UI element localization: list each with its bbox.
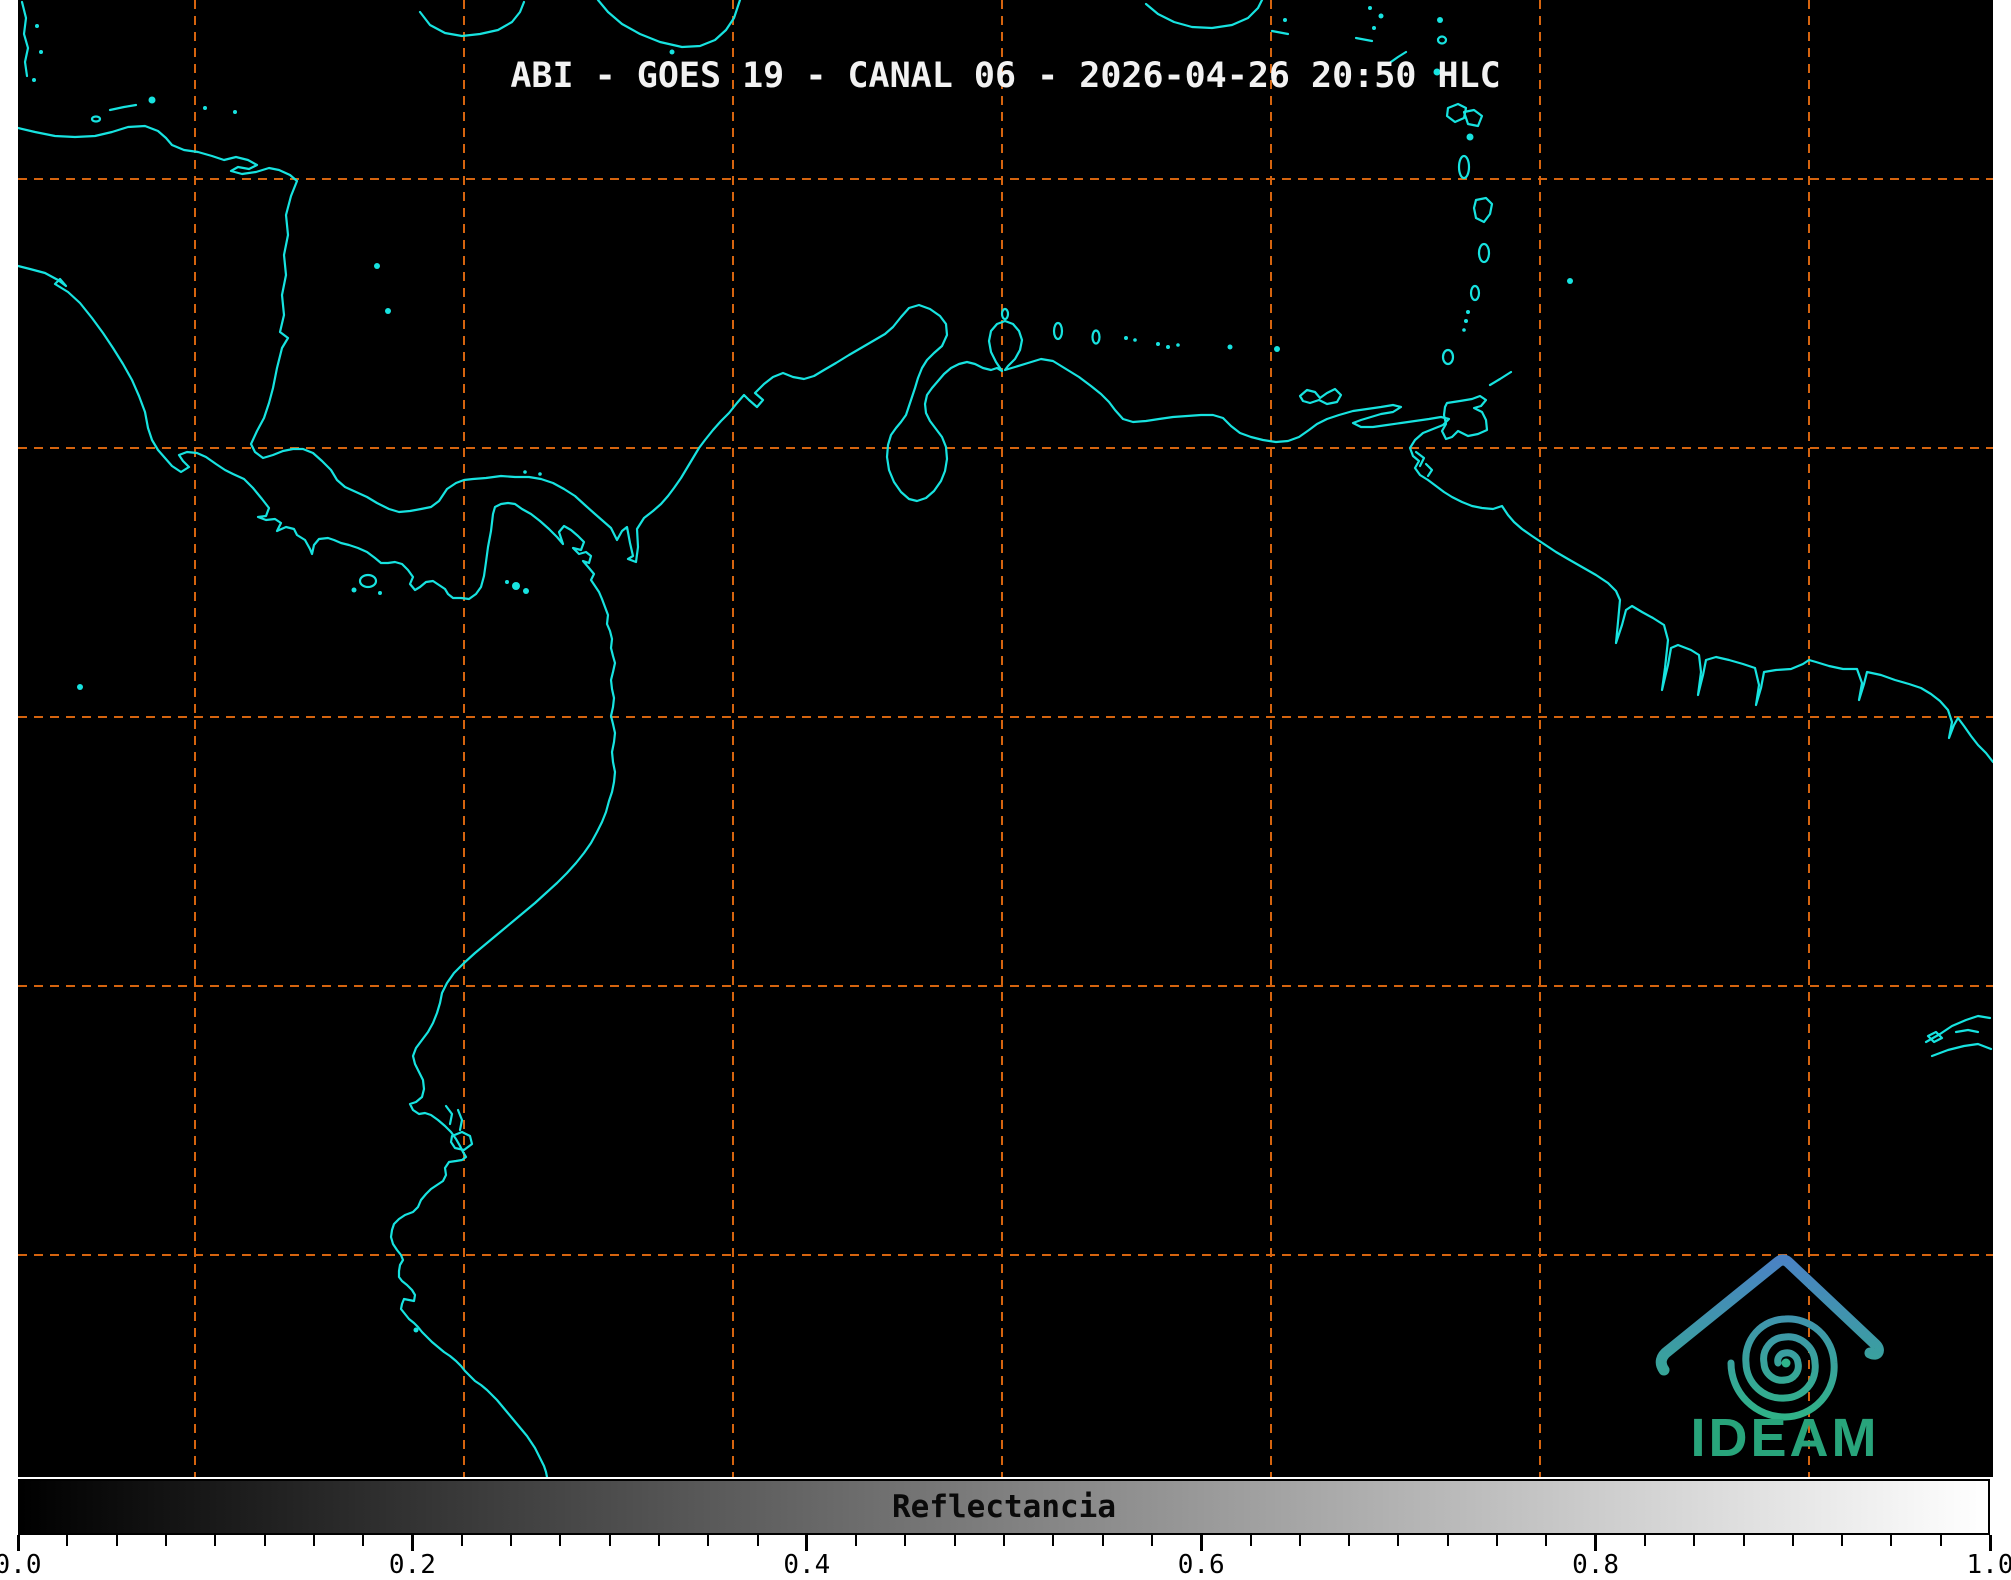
colorbar-minor-tick	[1693, 1535, 1696, 1546]
colorbar-minor-tick	[1348, 1535, 1351, 1546]
colorbar-minor-tick	[312, 1535, 315, 1546]
colorbar-major-tick	[410, 1535, 414, 1551]
colorbar-minor-tick	[756, 1535, 759, 1546]
colorbar-minor-tick	[164, 1535, 167, 1546]
colorbar-minor-tick	[953, 1535, 956, 1546]
colorbar-minor-tick	[510, 1535, 512, 1546]
colorbar-tick-label: 0.4	[783, 1550, 831, 1580]
colorbar-tick-label: 0.2	[388, 1550, 436, 1580]
colorbar-minor-tick	[1841, 1535, 1844, 1546]
logo-hurricane-spiral-icon	[1727, 1315, 1838, 1421]
colorbar-minor-tick	[1249, 1535, 1252, 1546]
logo-spiral-eye-icon	[1781, 1358, 1791, 1368]
colorbar-minor-tick	[460, 1535, 463, 1546]
logo-wordmark: IDEAM	[1691, 1408, 1880, 1468]
colorbar-minor-tick	[1150, 1535, 1153, 1546]
reflectance-colorbar: Reflectancia	[18, 1479, 1990, 1535]
colorbar-minor-tick	[1890, 1535, 1893, 1546]
colorbar-tick-label: 0.0	[0, 1550, 42, 1580]
colorbar-minor-tick	[707, 1535, 710, 1546]
colorbar-tick-label: 0.8	[1572, 1550, 1620, 1580]
ideam-logo-mark: IDEAM	[1655, 1254, 1884, 1468]
colorbar-minor-tick	[1397, 1535, 1400, 1546]
colorbar-minor-tick	[904, 1535, 907, 1546]
colorbar-major-tick	[1988, 1535, 1992, 1551]
colorbar-minor-tick	[66, 1535, 69, 1546]
colorbar-major-tick	[1199, 1535, 1203, 1551]
logo-mountain-icon	[1655, 1254, 1884, 1376]
colorbar-label: Reflectancia	[892, 1489, 1116, 1525]
colorbar-minor-tick	[855, 1535, 858, 1546]
colorbar-major-tick	[1594, 1535, 1598, 1551]
colorbar-tick-label: 1.0	[1966, 1550, 2011, 1580]
colorbar-minor-tick	[559, 1535, 562, 1546]
colorbar-minor-tick	[1052, 1535, 1055, 1546]
colorbar-minor-tick	[1545, 1535, 1548, 1546]
colorbar-major-tick	[805, 1535, 809, 1551]
colorbar-minor-tick	[362, 1535, 365, 1546]
colorbar-minor-tick	[1003, 1535, 1005, 1546]
colorbar-minor-tick	[657, 1535, 660, 1546]
colorbar-minor-tick	[608, 1535, 611, 1546]
colorbar-minor-tick	[1101, 1535, 1104, 1546]
colorbar-minor-tick	[1791, 1535, 1794, 1546]
colorbar-tick-label: 0.6	[1177, 1550, 1225, 1580]
ideam-logo: IDEAM	[1655, 1254, 1884, 1468]
colorbar-minor-tick	[1643, 1535, 1646, 1546]
colorbar-major-tick	[16, 1535, 20, 1551]
colorbar-minor-tick	[1446, 1535, 1449, 1546]
colorbar-minor-tick	[1496, 1535, 1498, 1546]
colorbar-minor-tick	[1298, 1535, 1301, 1546]
colorbar-minor-tick	[115, 1535, 118, 1546]
colorbar-minor-tick	[214, 1535, 217, 1546]
colorbar-minor-tick	[1742, 1535, 1745, 1546]
colorbar-minor-tick	[1939, 1535, 1942, 1546]
colorbar-minor-tick	[263, 1535, 266, 1546]
